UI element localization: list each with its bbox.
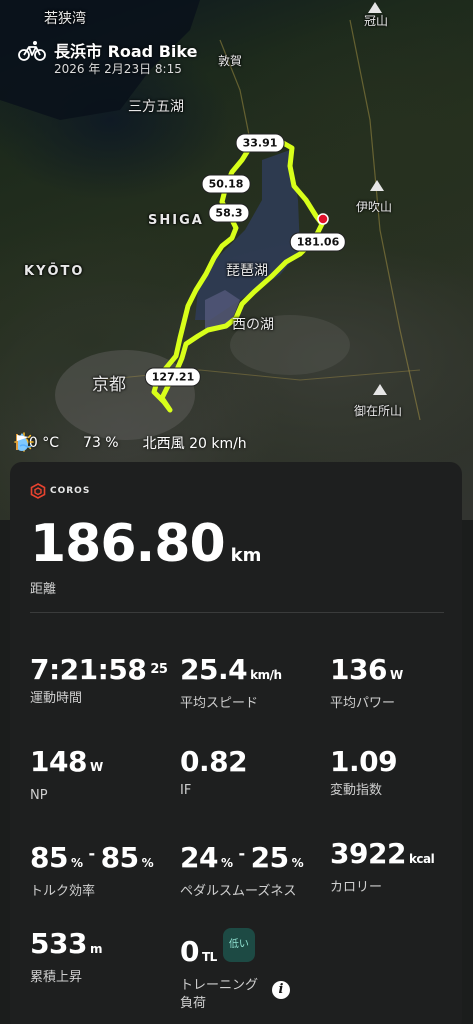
stat-if: 0.82 IF <box>180 745 248 800</box>
info-icon[interactable]: i <box>272 981 290 999</box>
vi-value: 1.09 <box>330 745 398 778</box>
distance-label: 距離 <box>30 582 57 597</box>
avg-power-value: 136 <box>330 653 387 686</box>
torque-separator: - <box>88 844 96 863</box>
moving-time-label: 運動時間 <box>30 691 83 706</box>
map-label-kyoto: 京都 <box>92 375 126 395</box>
map-label-kyoto-en: KYŌTO <box>24 264 85 279</box>
moving-time-value: 7:21:58 <box>30 653 147 686</box>
training-load-label-2: 負荷 <box>180 996 207 1011</box>
torque-left-value: 85 <box>30 841 68 874</box>
training-load-unit: TL <box>201 950 217 964</box>
torque-right-unit: % <box>141 856 154 870</box>
torque-right-value: 85 <box>100 841 139 874</box>
pedal-left-unit: % <box>220 856 233 870</box>
elevation-label: 累積上昇 <box>30 970 83 985</box>
map-label-ibuki: 伊吹山 <box>356 200 393 214</box>
distance-summary: 186.80 km 距離 <box>30 514 262 597</box>
brand: COROS <box>30 483 90 499</box>
calories-label: カロリー <box>330 880 383 895</box>
peak-icon <box>368 2 382 13</box>
torque-label: トルク効率 <box>30 884 96 899</box>
elevation-value: 533 <box>30 927 87 960</box>
stat-avg-power: 136 W 平均パワー <box>330 654 403 713</box>
map-label-kanmuri: 冠山 <box>364 14 389 28</box>
training-load-value: 0 <box>180 935 199 968</box>
map-label-biwako: 琵琶湖 <box>226 263 268 279</box>
pedal-separator: - <box>238 844 246 863</box>
map-label-mikata: 三方五湖 <box>128 99 184 115</box>
activity-date: 2026 年 2月23日 8:15 <box>54 62 182 76</box>
activity-summary-card: COROS 186.80 km 距離 7:21:58 25 運動時間 25.4 km/… <box>10 462 462 1024</box>
elevation-unit: m <box>89 942 103 956</box>
peak-icon <box>370 180 384 191</box>
distance-unit: km <box>230 545 262 566</box>
torque-left-unit: % <box>70 856 83 870</box>
map-label-wakasa: 若狭湾 <box>44 11 86 27</box>
pedal-left-value: 24 <box>180 841 218 874</box>
stat-training-load: 0 TL 低い トレーニング 負荷 <box>180 928 258 1013</box>
brand-name: COROS <box>50 486 91 496</box>
stat-vi: 1.09 変動指数 <box>330 745 398 800</box>
calories-unit: kcal <box>408 852 435 866</box>
peak-icon <box>373 384 387 395</box>
if-value: 0.82 <box>180 745 248 778</box>
avg-power-unit: W <box>389 668 403 682</box>
start-point <box>317 213 329 225</box>
activity-title: 長浜市 Road Bike <box>54 42 198 61</box>
np-unit: W <box>89 760 103 774</box>
stat-elevation-gain: 533 m 累積上昇 <box>30 928 102 987</box>
distance-marker[interactable]: 50.18 <box>201 174 251 194</box>
wind: 北西風 20 km/h <box>142 436 247 452</box>
training-load-label-1: トレーニング <box>180 978 259 993</box>
stat-avg-speed: 25.4 km/h 平均スピード <box>180 654 282 713</box>
distance-marker[interactable]: 58.3 <box>208 203 250 223</box>
distance-marker[interactable]: 127.21 <box>144 367 202 387</box>
np-label: NP <box>30 788 48 803</box>
distance-marker[interactable]: 33.91 <box>235 133 285 153</box>
stat-np: 148 W NP <box>30 746 103 805</box>
map-label-nishinoko: 西の湖 <box>232 317 274 333</box>
map-label-gozaisho: 御在所山 <box>354 404 403 418</box>
stat-moving-time: 7:21:58 25 運動時間 <box>30 653 168 708</box>
stat-calories: 3922 kcal カロリー <box>330 837 435 897</box>
stat-pedal-smoothness: 24% -25% ペダルスムーズネス <box>180 838 304 901</box>
map-label-tsuruga: 敦賀 <box>218 54 243 68</box>
pedal-label: ペダルスムーズネス <box>180 884 297 899</box>
if-label: IF <box>180 783 192 798</box>
np-value: 148 <box>30 745 87 778</box>
pedal-right-value: 25 <box>250 841 289 874</box>
vi-label: 変動指数 <box>330 783 383 798</box>
divider <box>30 612 444 613</box>
road-bike-icon <box>18 41 46 61</box>
calories-value: 3922 <box>330 837 406 870</box>
training-load-badge: 低い <box>222 928 255 962</box>
coros-logo-icon <box>30 483 46 499</box>
map-label-shiga: SHIGA <box>148 213 204 228</box>
weather-bar: 10 °C 73 % 北西風 20 km/h <box>14 432 265 454</box>
stat-torque-efficiency: 85% -85% トルク効率 <box>30 838 154 901</box>
route-map[interactable]: 若狭湾 冠山 敦賀 三方五湖 SHIGA 伊吹山 KYŌTO 琵琶湖 西の湖 京… <box>0 0 473 520</box>
distance-marker[interactable]: 181.06 <box>289 232 347 252</box>
avg-power-label: 平均パワー <box>330 696 396 711</box>
avg-speed-value: 25.4 <box>180 653 248 686</box>
pedal-right-unit: % <box>291 856 304 870</box>
avg-speed-label: 平均スピード <box>180 696 259 711</box>
humidity: 73 % <box>83 435 119 451</box>
avg-speed-unit: km/h <box>250 668 282 682</box>
moving-time-centi: 25 <box>150 662 168 677</box>
distance-value: 186.80 <box>30 514 226 574</box>
